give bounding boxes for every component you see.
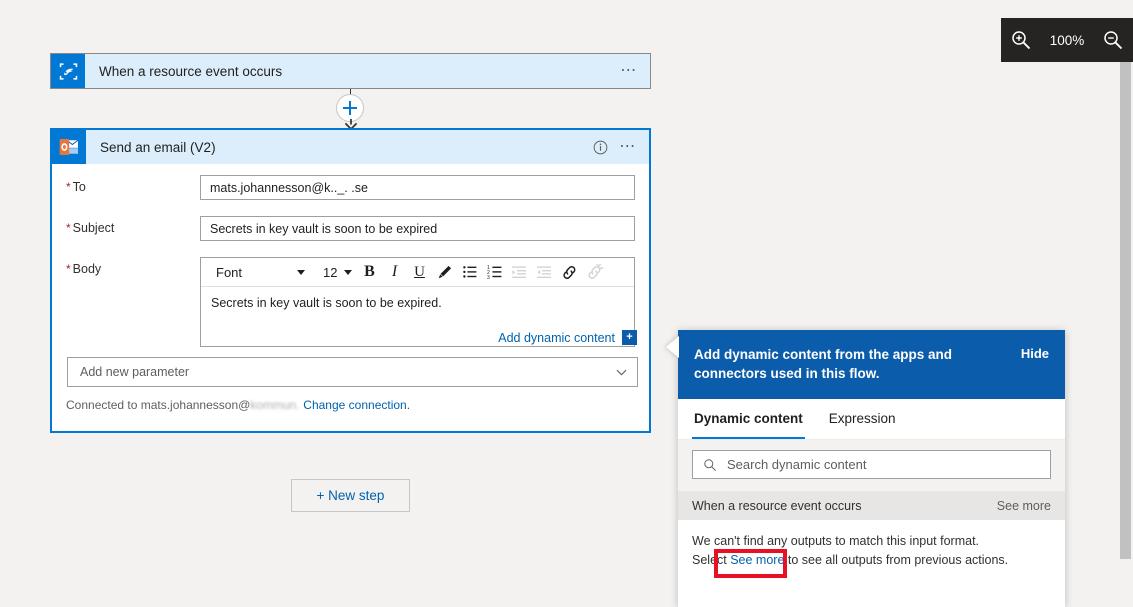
chevron-down-icon [616, 367, 627, 378]
numbered-list-icon[interactable]: 1 2 3 [482, 260, 507, 284]
add-new-parameter-label: Add new parameter [80, 365, 189, 379]
indent-increase-icon [507, 260, 532, 284]
azure-event-grid-icon [51, 54, 85, 88]
insert-link-icon[interactable] [557, 260, 582, 284]
message-line-1: We can't find any outputs to match this … [692, 532, 1051, 551]
subject-field-label: *Subject [58, 216, 200, 235]
message-suffix: to see all outputs from previous actions… [784, 553, 1008, 567]
remove-link-icon [582, 260, 607, 284]
zoom-control-bar: 100% [1001, 18, 1133, 62]
panel-header-text: Add dynamic content from the apps and co… [694, 345, 994, 383]
indent-decrease-icon [532, 260, 557, 284]
vertical-scrollbar-track[interactable] [1118, 0, 1133, 607]
message-line-2: Select See more to see all outputs from … [692, 551, 1051, 570]
trigger-title: When a resource event occurs [85, 54, 614, 88]
dynamic-content-panel-header: Add dynamic content from the apps and co… [678, 330, 1065, 399]
search-icon [703, 458, 717, 472]
search-placeholder: Search dynamic content [727, 457, 866, 472]
italic-icon[interactable]: I [382, 260, 407, 284]
new-step-button[interactable]: + New step [291, 479, 410, 512]
dynamic-content-group-row[interactable]: When a resource event occurs See more [678, 491, 1065, 520]
see-more-inline-link[interactable]: See more [730, 553, 784, 567]
font-size-value: 12 [323, 265, 337, 280]
dynamic-content-search-input[interactable]: Search dynamic content [692, 450, 1051, 479]
required-marker: * [66, 221, 71, 235]
connection-redacted-text: kommun.se [250, 398, 298, 412]
hide-panel-button[interactable]: Hide [1021, 345, 1049, 361]
connection-footer: Connected to mats.johannesson@ kommun.se… [66, 398, 410, 412]
field-row-to: *To mats.johannesson@k.._. .se [58, 175, 635, 200]
action-ellipsis-icon[interactable]: ⋯ [613, 130, 649, 164]
action-card-body: *To mats.johannesson@k.._. .se *Subject … [52, 164, 649, 347]
magnifier-minus-icon[interactable] [1102, 29, 1124, 51]
body-field-label: *Body [58, 257, 200, 276]
tab-expression[interactable]: Expression [827, 399, 898, 439]
bulleted-list-icon[interactable] [457, 260, 482, 284]
change-connection-link[interactable]: Change connection. [303, 398, 410, 412]
text-color-pen-icon[interactable] [432, 260, 457, 284]
editor-toolbar: Font 12 B I U [201, 258, 634, 287]
group-title: When a resource event occurs [692, 499, 862, 513]
svg-text:3: 3 [487, 275, 490, 280]
required-marker: * [66, 262, 71, 276]
trigger-card[interactable]: When a resource event occurs ⋯ [50, 53, 651, 89]
font-family-value: Font [216, 265, 242, 280]
underline-icon[interactable]: U [407, 260, 432, 284]
field-row-subject: *Subject Secrets in key vault is soon to… [58, 216, 635, 241]
message-prefix: Select [692, 553, 730, 567]
add-dynamic-content-link[interactable]: Add dynamic content [498, 331, 615, 345]
see-more-group-link[interactable]: See more [997, 499, 1051, 513]
bold-icon[interactable]: B [357, 260, 382, 284]
to-field-label: *To [58, 175, 200, 194]
font-family-dropdown[interactable]: Font [207, 261, 311, 283]
add-new-parameter-dropdown[interactable]: Add new parameter [67, 357, 638, 387]
dynamic-content-panel: Add dynamic content from the apps and co… [678, 330, 1065, 607]
subject-input[interactable]: Secrets in key vault is soon to be expir… [200, 216, 635, 241]
outlook-icon [52, 130, 86, 164]
send-email-action-card[interactable]: Send an email (V2) ⋯ *To mats.johannesso… [50, 128, 651, 433]
to-input[interactable]: mats.johannesson@k.._. .se [200, 175, 635, 200]
add-step-plus-icon[interactable] [336, 94, 364, 122]
zoom-level-label: 100% [1050, 33, 1085, 48]
vertical-scrollbar-thumb[interactable] [1120, 62, 1131, 559]
add-dynamic-content-badge-icon[interactable]: + [622, 330, 637, 345]
magnifier-plus-icon[interactable] [1010, 29, 1032, 51]
required-marker: * [66, 180, 71, 194]
info-circle-icon[interactable] [587, 130, 613, 164]
chevron-down-icon [297, 270, 305, 275]
trigger-ellipsis-icon[interactable]: ⋯ [614, 54, 650, 88]
panel-search-area: Search dynamic content [678, 440, 1065, 491]
font-size-dropdown[interactable]: 12 [317, 261, 357, 283]
action-title: Send an email (V2) [86, 130, 587, 164]
chevron-down-icon [344, 270, 352, 275]
add-dynamic-content-row: Add dynamic content + [498, 330, 637, 345]
flow-connector [330, 89, 372, 127]
panel-callout-beak [666, 336, 679, 358]
connection-text: Connected to mats.johannesson@ [66, 398, 250, 412]
action-card-header[interactable]: Send an email (V2) ⋯ [52, 130, 649, 164]
panel-tabs: Dynamic content Expression [678, 399, 1065, 440]
tab-dynamic-content[interactable]: Dynamic content [692, 399, 805, 439]
no-outputs-message: We can't find any outputs to match this … [678, 520, 1065, 570]
